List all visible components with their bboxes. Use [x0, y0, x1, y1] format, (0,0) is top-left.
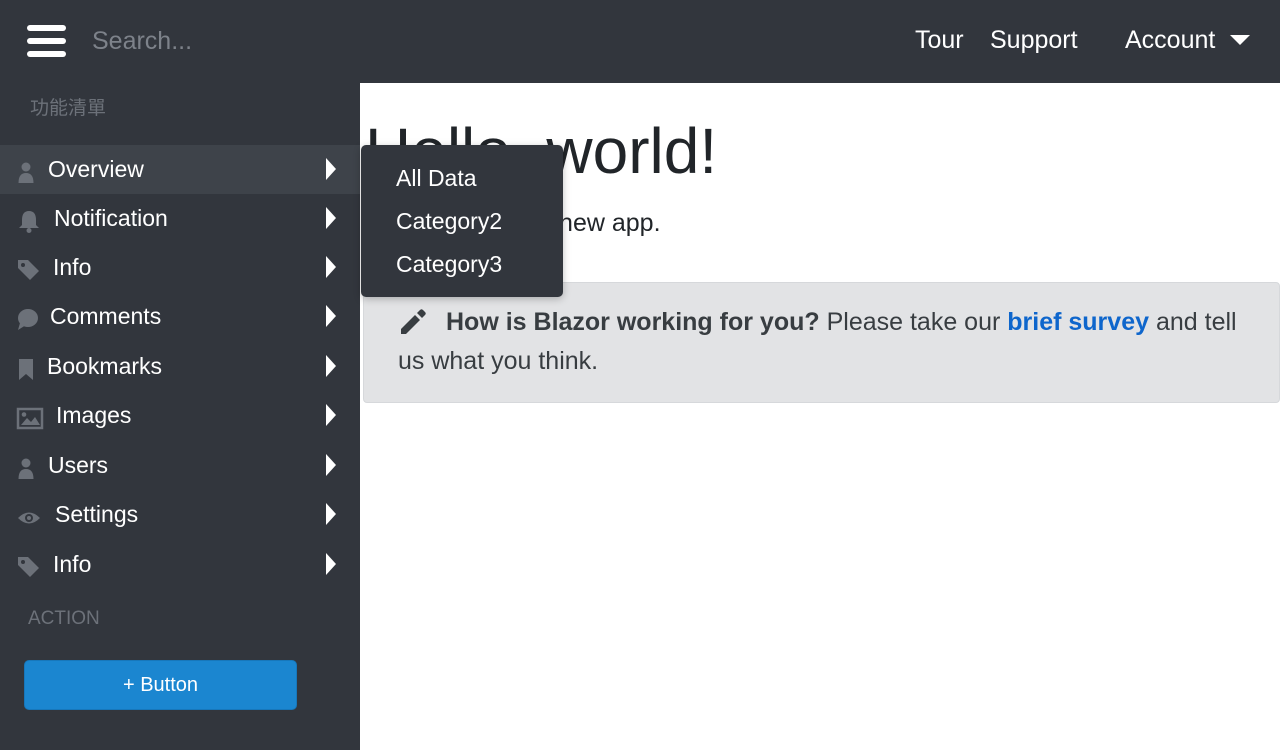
sidebar-item-users[interactable]: Users — [0, 441, 360, 490]
tag-icon — [18, 260, 39, 280]
hamburger-menu-icon[interactable] — [27, 25, 66, 57]
survey-prompt: How is Blazor working for you? Please ta… — [363, 282, 1280, 403]
support-link[interactable]: Support — [990, 24, 1078, 56]
sidebar-item-overview[interactable]: Overview — [0, 145, 360, 194]
tag-icon — [18, 557, 39, 577]
sidebar-item-label: Users — [48, 452, 109, 478]
survey-question: How is Blazor working for you? — [446, 308, 820, 336]
sidebar-item-info-2[interactable]: Info — [0, 540, 360, 589]
chevron-right-icon — [326, 305, 336, 327]
overview-submenu: All Data Category2 Category3 — [361, 145, 563, 297]
survey-text-before: Please take our — [819, 308, 1008, 336]
sidebar-item-bookmarks[interactable]: Bookmarks — [0, 342, 360, 391]
sidebar-item-label: Images — [56, 402, 132, 428]
sidebar-item-label: Info — [53, 254, 92, 280]
chevron-right-icon — [326, 503, 336, 525]
comment-icon — [18, 309, 38, 330]
chevron-right-icon — [326, 404, 336, 426]
sidebar-item-label: Settings — [55, 501, 139, 527]
chevron-right-icon — [326, 256, 336, 278]
sidebar-section-action: ACTION — [28, 608, 100, 629]
chevron-right-icon — [326, 207, 336, 229]
sidebar-item-label: Info — [53, 551, 92, 577]
chevron-down-icon[interactable] — [1230, 35, 1250, 45]
bell-icon — [19, 211, 39, 233]
survey-message: How is Blazor working for you? Please ta… — [398, 303, 1268, 381]
sidebar-item-label: Overview — [48, 156, 144, 182]
sidebar-item-info[interactable]: Info — [0, 243, 360, 292]
submenu-item-category3[interactable]: Category3 — [396, 250, 502, 278]
sidebar-item-notification[interactable]: Notification — [0, 194, 360, 243]
chevron-right-icon — [326, 454, 336, 476]
eye-icon — [18, 512, 40, 524]
sidebar-item-images[interactable]: Images — [0, 391, 360, 440]
sidebar-section-features: 功能清單 — [30, 98, 107, 119]
sidebar-item-label: Bookmarks — [47, 353, 163, 379]
user-icon — [18, 162, 34, 183]
user-icon — [18, 458, 34, 479]
submenu-item-category2[interactable]: Category2 — [396, 207, 502, 235]
submenu-item-all-data[interactable]: All Data — [396, 164, 477, 192]
sidebar-item-settings[interactable]: Settings — [0, 490, 360, 539]
tour-link[interactable]: Tour — [915, 24, 964, 56]
brief-survey-link[interactable]: brief survey — [1007, 308, 1149, 336]
image-icon — [16, 407, 44, 430]
sidebar-item-label: Comments — [50, 303, 162, 329]
sidebar-item-label: Notification — [54, 205, 168, 231]
chevron-right-icon — [326, 355, 336, 377]
account-menu[interactable]: Account — [1125, 24, 1215, 56]
sidebar-item-comments[interactable]: Comments — [0, 292, 360, 341]
chevron-right-icon — [326, 553, 336, 575]
sidebar: 功能清單 Overview Notification Info Comments — [0, 83, 360, 750]
bookmark-icon — [19, 359, 33, 380]
search-input[interactable] — [92, 22, 392, 60]
add-button[interactable]: + Button — [24, 660, 297, 710]
chevron-right-icon — [326, 158, 336, 180]
top-navbar: Tour Support Account — [0, 0, 1280, 83]
